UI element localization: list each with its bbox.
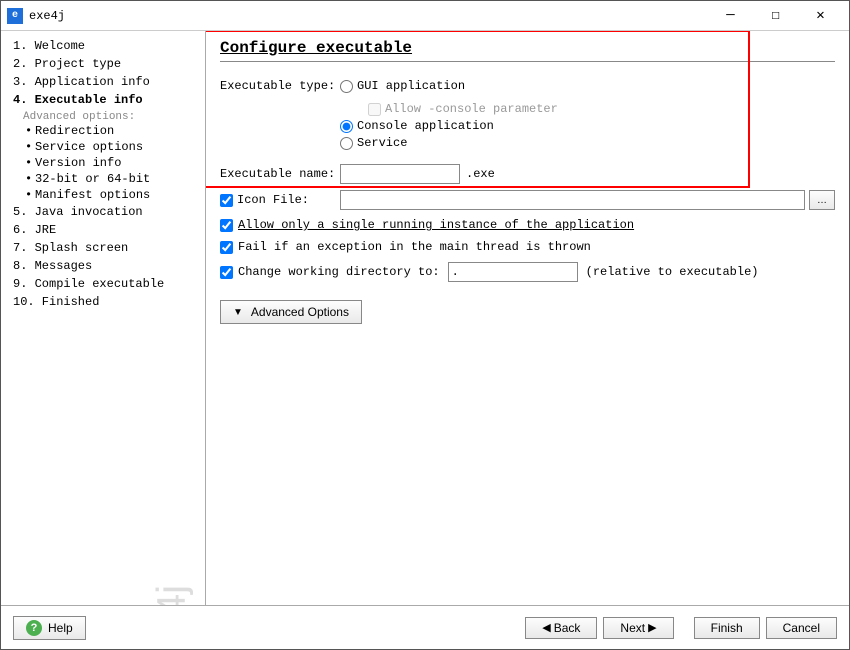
- minimize-button[interactable]: ─: [708, 2, 753, 30]
- radio-service-input[interactable]: [340, 137, 353, 150]
- single-instance-checkbox[interactable]: [220, 219, 233, 232]
- change-cwd-label: Change working directory to:: [238, 265, 440, 279]
- titlebar: e exe4j ─ ☐ ✕: [1, 1, 849, 31]
- finish-label: Finish: [711, 621, 743, 635]
- substep-manifest-options[interactable]: Manifest options: [9, 187, 197, 203]
- next-label: Next: [620, 621, 645, 635]
- icon-file-checkbox[interactable]: [220, 194, 233, 207]
- content-area: 1. Welcome 2. Project type 3. Applicatio…: [1, 31, 849, 605]
- back-button[interactable]: ◀ Back: [525, 617, 597, 639]
- close-button[interactable]: ✕: [798, 2, 843, 30]
- allow-console-label: Allow -console parameter: [385, 102, 558, 116]
- chevron-down-icon: ▼: [233, 307, 243, 318]
- radio-gui[interactable]: GUI application: [340, 79, 465, 93]
- substep-32-64-bit[interactable]: 32-bit or 64-bit: [9, 171, 197, 187]
- icon-file-label: Icon File:: [237, 193, 309, 207]
- step-welcome[interactable]: 1. Welcome: [9, 37, 197, 55]
- substep-service-options[interactable]: Service options: [9, 139, 197, 155]
- advanced-options-heading: Advanced options:: [9, 109, 197, 123]
- help-icon: ?: [26, 620, 42, 636]
- step-executable-info[interactable]: 4. Executable info: [9, 91, 197, 109]
- allow-console-checkbox: [368, 103, 381, 116]
- icon-file-check-wrap[interactable]: Icon File:: [220, 193, 340, 207]
- help-button[interactable]: ? Help: [13, 616, 86, 640]
- main-window: e exe4j ─ ☐ ✕ 1. Welcome 2. Project type…: [0, 0, 850, 650]
- executable-name-input[interactable]: [340, 164, 460, 184]
- radio-service-label: Service: [357, 136, 407, 150]
- radio-console[interactable]: Console application: [340, 119, 494, 133]
- step-java-invocation[interactable]: 5. Java invocation: [9, 203, 197, 221]
- radio-gui-input[interactable]: [340, 80, 353, 93]
- step-finished[interactable]: 10. Finished: [9, 293, 197, 311]
- icon-file-input[interactable]: [340, 190, 805, 210]
- app-icon: e: [7, 8, 23, 24]
- main-panel: Configure executable Executable type: GU…: [206, 31, 849, 605]
- arrow-right-icon: ▶: [645, 621, 657, 634]
- watermark: exe4j: [150, 585, 195, 605]
- relative-hint: (relative to executable): [586, 265, 759, 279]
- radio-gui-label: GUI application: [357, 79, 465, 93]
- help-label: Help: [48, 621, 73, 635]
- fail-exception-checkbox[interactable]: [220, 241, 233, 254]
- step-compile-executable[interactable]: 9. Compile executable: [9, 275, 197, 293]
- substep-version-info[interactable]: Version info: [9, 155, 197, 171]
- substep-redirection[interactable]: Redirection: [9, 123, 197, 139]
- step-application-info[interactable]: 3. Application info: [9, 73, 197, 91]
- executable-name-label: Executable name:: [220, 167, 340, 181]
- wizard-footer: ? Help ◀ Back Next ▶ Finish Cancel: [1, 605, 849, 649]
- change-cwd-input[interactable]: [448, 262, 578, 282]
- radio-console-input[interactable]: [340, 120, 353, 133]
- arrow-left-icon: ◀: [542, 621, 554, 634]
- executable-type-label: Executable type:: [220, 79, 340, 93]
- ellipsis-icon: …: [817, 195, 827, 206]
- single-instance-label[interactable]: Allow only a single running instance of …: [238, 218, 634, 232]
- back-label: Back: [554, 621, 581, 635]
- executable-ext-label: .exe: [466, 167, 495, 181]
- icon-file-browse-button[interactable]: …: [809, 190, 835, 210]
- page-heading: Configure executable: [220, 39, 835, 62]
- finish-button[interactable]: Finish: [694, 617, 760, 639]
- window-controls: ─ ☐ ✕: [708, 2, 843, 30]
- wizard-sidebar: 1. Welcome 2. Project type 3. Applicatio…: [1, 31, 206, 605]
- change-cwd-checkbox[interactable]: [220, 266, 233, 279]
- step-jre[interactable]: 6. JRE: [9, 221, 197, 239]
- radio-console-label: Console application: [357, 119, 494, 133]
- cancel-label: Cancel: [783, 621, 820, 635]
- window-title: exe4j: [29, 9, 708, 23]
- step-project-type[interactable]: 2. Project type: [9, 55, 197, 73]
- advanced-options-button[interactable]: ▼ Advanced Options: [220, 300, 362, 324]
- maximize-button[interactable]: ☐: [753, 2, 798, 30]
- step-messages[interactable]: 8. Messages: [9, 257, 197, 275]
- cancel-button[interactable]: Cancel: [766, 617, 837, 639]
- next-button[interactable]: Next ▶: [603, 617, 673, 639]
- fail-exception-label: Fail if an exception in the main thread …: [238, 240, 591, 254]
- advanced-options-label: Advanced Options: [251, 305, 349, 319]
- step-splash-screen[interactable]: 7. Splash screen: [9, 239, 197, 257]
- radio-service[interactable]: Service: [340, 136, 407, 150]
